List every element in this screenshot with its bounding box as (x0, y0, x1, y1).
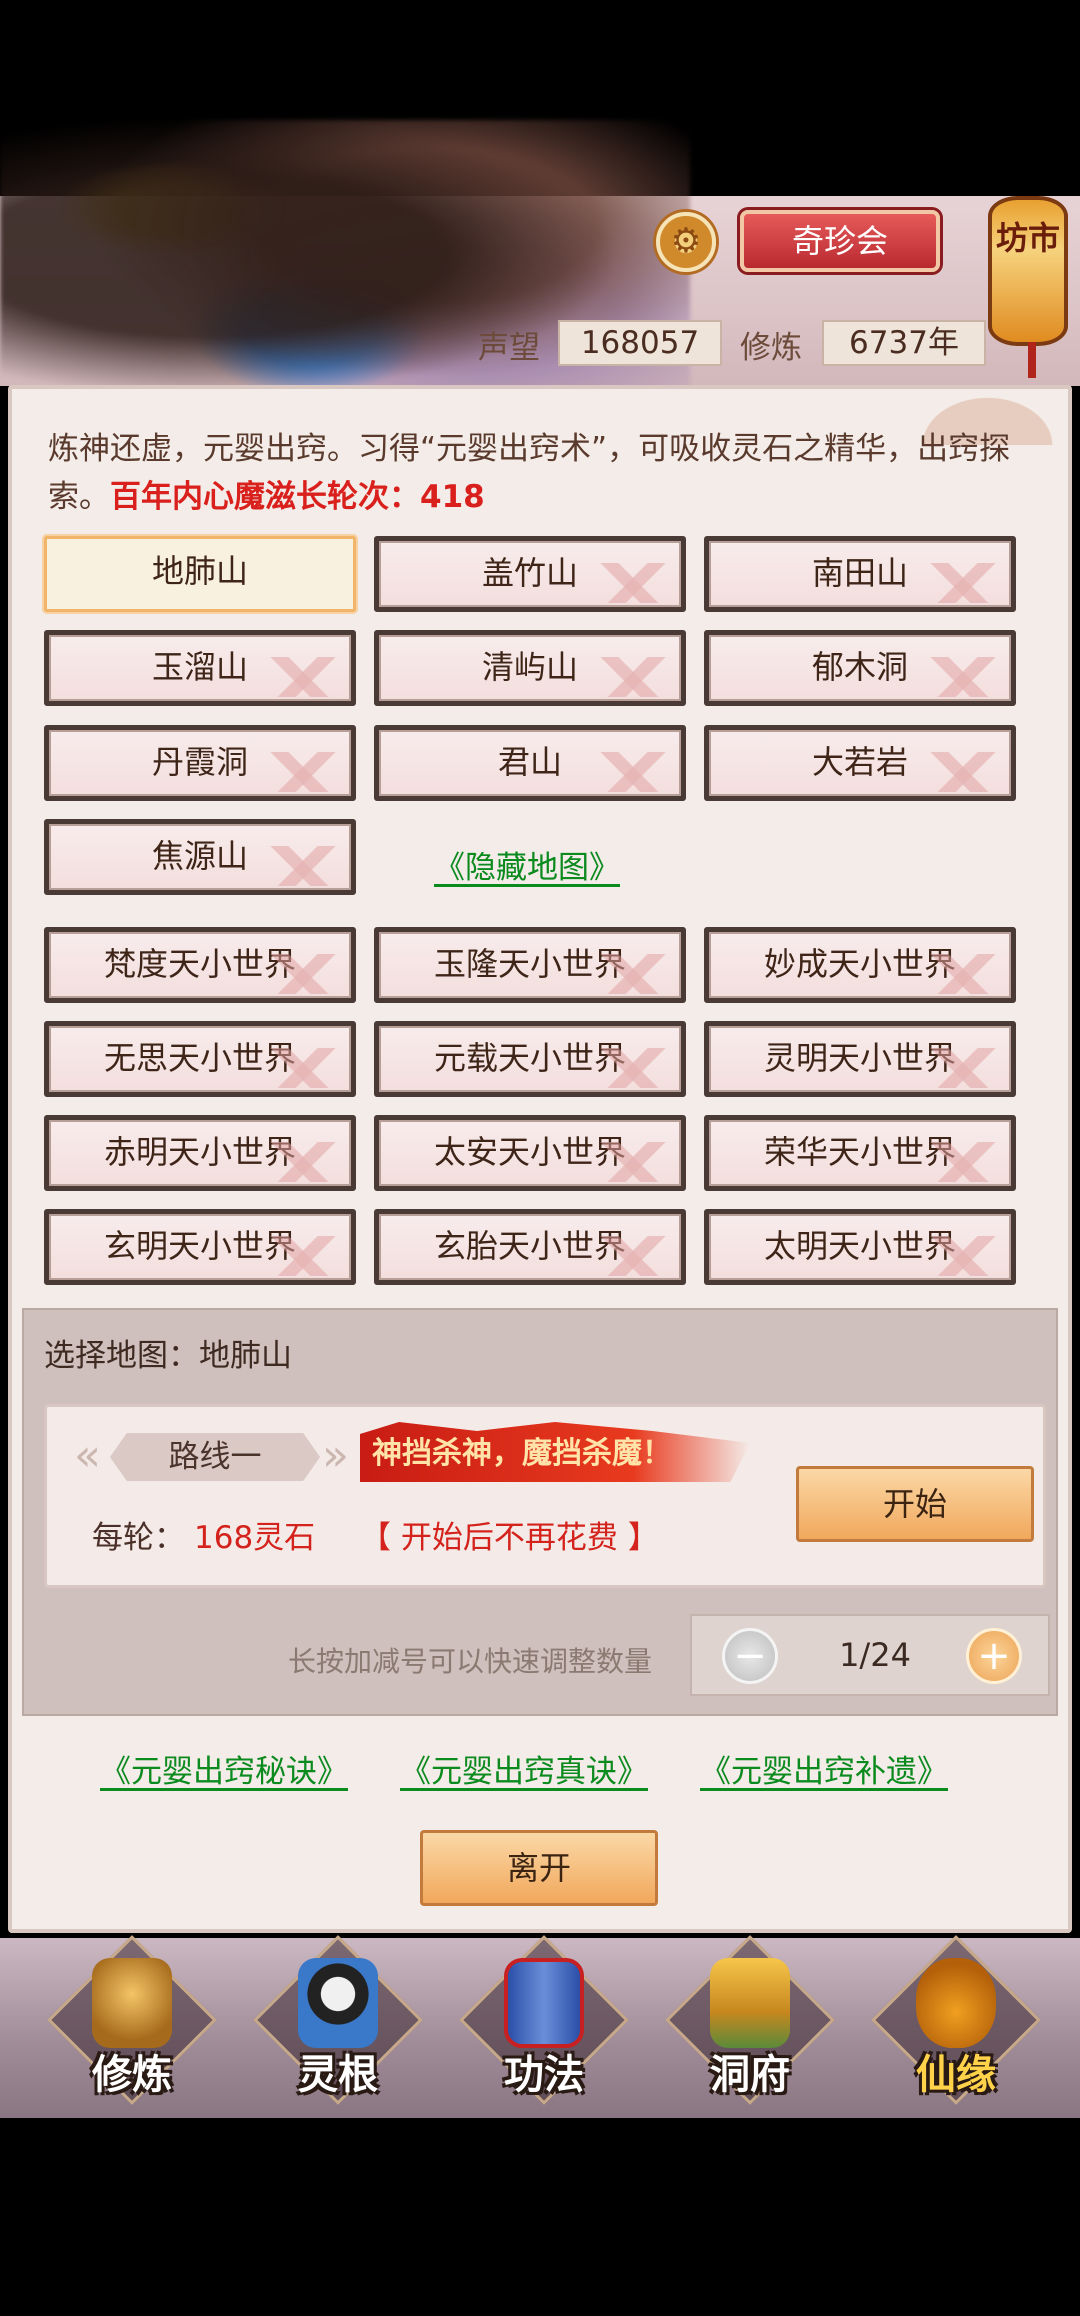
cost-label: 每轮： (92, 1520, 185, 1556)
nav-cultivate[interactable]: 修炼 (47, 1935, 217, 2110)
map-button-world[interactable]: 灵明天小世界 (704, 1021, 1016, 1097)
cost-note: 【 开始后不再花费 】 (360, 1520, 659, 1556)
nav-cave[interactable]: 洞府 (665, 1935, 835, 2110)
yin-yang-sword-icon (298, 1958, 378, 2048)
map-button-world[interactable]: 玉隆天小世界 (374, 927, 686, 1003)
nav-label: 功法 (504, 2051, 584, 2098)
map-button-gaizhushan[interactable]: 盖竹山 (374, 536, 686, 612)
pagoda-icon (710, 1958, 790, 2048)
map-button-world[interactable]: 元载天小世界 (374, 1021, 686, 1097)
cultivation-value: 6737年 (822, 320, 986, 366)
supplement-guide-link[interactable]: 《元婴出窍补遗》 (700, 1746, 948, 1791)
secret-guide-link[interactable]: 《元婴出窍秘诀》 (100, 1746, 348, 1791)
inner-demon-counter: 百年内心魔滋长轮次：418 (110, 479, 485, 515)
map-button-danxiadong[interactable]: 丹霞洞 (44, 725, 356, 801)
gourd-icon (916, 1958, 996, 2048)
reputation-value: 168057 (558, 320, 722, 366)
qizhen-button[interactable]: 奇珍会 (740, 210, 940, 272)
cost-value: 168灵石 (194, 1520, 316, 1556)
map-button-jiaoyuanshan[interactable]: 焦源山 (44, 819, 356, 895)
map-button-nantianshan[interactable]: 南田山 (704, 536, 1016, 612)
quantity-count: 1/24 (839, 1636, 911, 1674)
nav-label: 修炼 (92, 2051, 172, 2098)
map-button-world[interactable]: 玄胎天小世界 (374, 1209, 686, 1285)
map-button-junshan[interactable]: 君山 (374, 725, 686, 801)
map-button-world[interactable]: 赤明天小世界 (44, 1115, 356, 1191)
nav-label: 仙缘 (916, 2051, 996, 2098)
map-button-world[interactable]: 太明天小世界 (704, 1209, 1016, 1285)
nav-spirit-root[interactable]: 灵根 (253, 1935, 423, 2110)
route-label: 路线一 (110, 1433, 320, 1481)
minus-button[interactable]: − (722, 1628, 778, 1684)
plus-button[interactable]: + (966, 1628, 1022, 1684)
fangshi-label: 坊市 (995, 219, 1060, 257)
chevron-left-icon: « (74, 1430, 101, 1481)
map-button-world[interactable]: 玄明天小世界 (44, 1209, 356, 1285)
settings-gear-icon[interactable]: ⚙ (656, 212, 716, 272)
map-button-world[interactable]: 梵度天小世界 (44, 927, 356, 1003)
true-guide-link[interactable]: 《元婴出窍真诀》 (400, 1746, 648, 1791)
map-button-world[interactable]: 荣华天小世界 (704, 1115, 1016, 1191)
chevron-right-icon: » (322, 1430, 349, 1481)
start-button[interactable]: 开始 (796, 1466, 1034, 1542)
fangshi-lantern-button[interactable]: 坊市 (988, 196, 1068, 378)
cultivation-label: 修炼 (740, 330, 802, 366)
map-button-qingyushan[interactable]: 清屿山 (374, 630, 686, 706)
leave-button[interactable]: 离开 (420, 1830, 658, 1906)
map-button-yuliushan[interactable]: 玉溜山 (44, 630, 356, 706)
nav-label: 灵根 (298, 2051, 378, 2098)
map-button-world[interactable]: 太安天小世界 (374, 1115, 686, 1191)
selected-map-label: 选择地图：地肺山 (44, 1338, 292, 1374)
map-button-difeishan[interactable]: 地肺山 (44, 536, 356, 612)
map-button-yumudong[interactable]: 郁木洞 (704, 630, 1016, 706)
intro-text: 炼神还虚，元婴出窍。习得“元婴出窍术”，可吸收灵石之精华，出窍探索。百年内心魔滋… (48, 425, 1038, 521)
hidden-map-link[interactable]: 《隐藏地图》 (434, 842, 620, 887)
reputation-label: 声望 (478, 330, 540, 366)
monk-icon (92, 1958, 172, 2048)
map-button-world[interactable]: 无思天小世界 (44, 1021, 356, 1097)
map-button-world[interactable]: 妙成天小世界 (704, 927, 1016, 1003)
nav-technique[interactable]: 功法 (459, 1935, 629, 2110)
nav-fate[interactable]: 仙缘 (871, 1935, 1041, 2110)
book-icon (504, 1958, 584, 2048)
redacted-scribble (0, 120, 690, 420)
adjust-hint: 长按加减号可以快速调整数量 (288, 1645, 653, 1678)
nav-label: 洞府 (710, 2051, 790, 2098)
tassel-icon (1028, 342, 1036, 378)
map-button-daruoyan[interactable]: 大若岩 (704, 725, 1016, 801)
